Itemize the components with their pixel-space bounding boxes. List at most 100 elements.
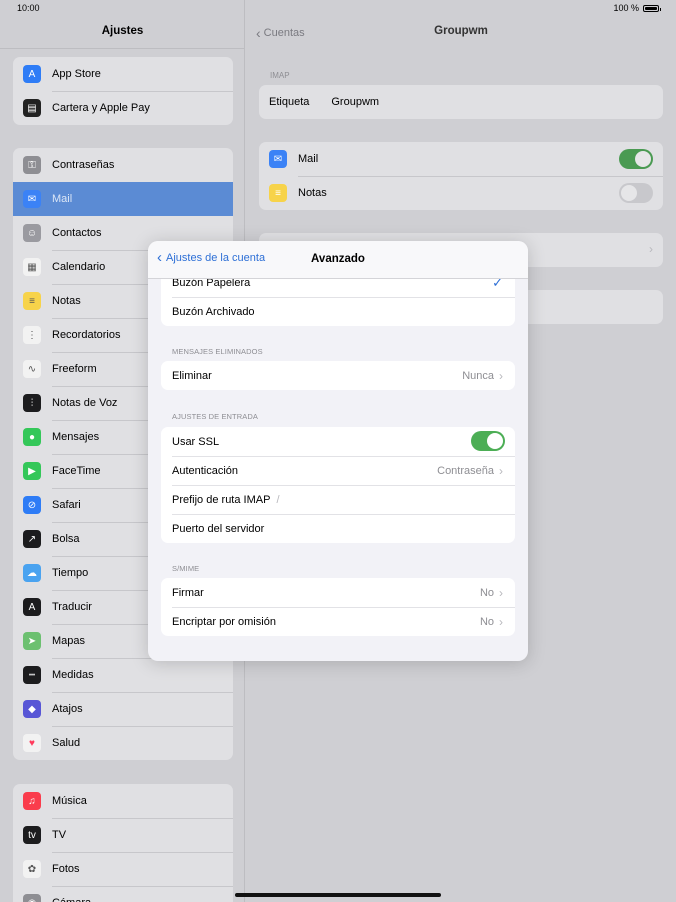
facetime-icon: ▶ xyxy=(23,462,41,480)
sidebar-item-wallet[interactable]: ▤ Cartera y Apple Pay xyxy=(13,91,233,125)
sidebar-item-label: FaceTime xyxy=(52,465,101,477)
sidebar-item-shortcuts[interactable]: ◆ Atajos xyxy=(13,692,233,726)
sidebar-item-label: Recordatorios xyxy=(52,329,121,341)
sidebar-item-label: App Store xyxy=(52,68,101,80)
maps-icon: ➤ xyxy=(23,632,41,650)
incoming-settings-group: Usar SSL Autenticación Contraseña › Prefi… xyxy=(161,427,515,543)
sign-row[interactable]: Firmar No › xyxy=(161,578,515,607)
sync-group: ✉ Mail ≡ Notas xyxy=(259,142,663,210)
sidebar-group-store: A App Store ▤ Cartera y Apple Pay xyxy=(13,57,233,125)
deleted-messages-group: Eliminar Nunca › xyxy=(161,361,515,390)
server-port-input[interactable] xyxy=(383,520,503,538)
key-icon: ⚿ xyxy=(23,156,41,174)
reminders-icon: ⋮ xyxy=(23,326,41,344)
authentication-label: Autenticación xyxy=(172,464,239,477)
sidebar-item-label: Contactos xyxy=(52,227,102,239)
imap-group: Etiqueta Groupwm xyxy=(259,85,663,119)
sign-label: Firmar xyxy=(172,586,204,599)
tv-icon: tv xyxy=(23,826,41,844)
calendar-icon: ▦ xyxy=(23,258,41,276)
imap-path-prefix-label: Prefijo de ruta IMAP xyxy=(172,493,271,506)
sidebar-item-label: Mail xyxy=(52,193,73,205)
sidebar-item-label: Tiempo xyxy=(52,567,89,579)
archive-mailbox-label: Buzón Archivado xyxy=(172,305,255,318)
sidebar-item-label: Música xyxy=(52,795,87,807)
music-icon: ♫ xyxy=(23,792,41,810)
sidebar-item-photos[interactable]: ✿ Fotos xyxy=(13,852,233,886)
notes-sync-toggle[interactable] xyxy=(619,183,653,203)
use-ssl-toggle[interactable] xyxy=(471,431,505,451)
status-bar: 10:00 100 % xyxy=(0,0,676,16)
home-indicator[interactable] xyxy=(235,893,441,897)
health-icon: ♥ xyxy=(23,734,41,752)
photos-icon: ✿ xyxy=(23,860,41,878)
account-label-row[interactable]: Etiqueta Groupwm xyxy=(259,85,663,119)
modal-nav-bar: ‹ Ajustes de la cuenta Avanzado xyxy=(148,241,528,279)
chevron-right-icon: › xyxy=(499,585,503,600)
smime-group: Firmar No › Encriptar por omisión No › xyxy=(161,578,515,636)
battery-icon xyxy=(643,4,661,12)
imap-path-prefix-row: Prefijo de ruta IMAP / xyxy=(161,485,515,514)
sidebar-item-label: Safari xyxy=(52,499,81,511)
sidebar-item-label: Traducir xyxy=(52,601,92,613)
sidebar-group-media: ♫ Música tv TV ✿ Fotos ◉ Cámara xyxy=(13,784,233,902)
sidebar-item-label: Calendario xyxy=(52,261,106,273)
notes-sync-label: Notas xyxy=(298,187,327,199)
mail-sync-label: Mail xyxy=(298,153,319,165)
label-value: Groupwm xyxy=(331,96,380,108)
encrypt-default-row[interactable]: Encriptar por omisión No › xyxy=(161,607,515,636)
archive-mailbox-row[interactable]: Buzón Archivado xyxy=(161,297,515,326)
voice-memos-icon: ⫶ xyxy=(23,394,41,412)
sidebar-item-mail[interactable]: ✉ Mail xyxy=(13,182,233,216)
chevron-right-icon: › xyxy=(499,368,503,383)
imap-header: IMAP xyxy=(270,71,290,80)
camera-icon: ◉ xyxy=(23,894,41,902)
sidebar-item-health[interactable]: ♥ Salud xyxy=(13,726,233,760)
remove-label: Eliminar xyxy=(172,369,212,382)
imap-path-prefix-input[interactable]: / xyxy=(276,494,279,506)
server-port-row: Puerto del servidor xyxy=(161,514,515,543)
notes-icon: ≡ xyxy=(269,184,287,202)
weather-icon: ☁ xyxy=(23,564,41,582)
sidebar-item-label: Contraseñas xyxy=(52,159,115,171)
wallet-icon: ▤ xyxy=(23,99,41,117)
sidebar-item-key[interactable]: ⚿ Contraseñas xyxy=(13,148,233,182)
sidebar-item-label: Atajos xyxy=(52,703,83,715)
incoming-settings-header: AJUSTES DE ENTRADA xyxy=(172,412,258,421)
remove-row[interactable]: Eliminar Nunca › xyxy=(161,361,515,390)
sidebar-item-label: Notas de Voz xyxy=(52,397,118,409)
messages-icon: ● xyxy=(23,428,41,446)
sidebar-item-label: Salud xyxy=(52,737,81,749)
sidebar-item-tv[interactable]: tv TV xyxy=(13,818,233,852)
sidebar-item-label: Mensajes xyxy=(52,431,100,443)
deleted-messages-header: MENSAJES ELIMINADOS xyxy=(172,347,263,356)
sidebar-item-app-store[interactable]: A App Store xyxy=(13,57,233,91)
sidebar-divider xyxy=(0,48,245,49)
mail-icon: ✉ xyxy=(269,150,287,168)
use-ssl-label: Usar SSL xyxy=(172,435,220,448)
authentication-row[interactable]: Autenticación Contraseña › xyxy=(161,456,515,485)
sidebar-item-camera[interactable]: ◉ Cámara xyxy=(13,886,233,902)
server-port-label: Puerto del servidor xyxy=(172,522,265,535)
contacts-icon: ☺ xyxy=(23,224,41,242)
use-ssl-row: Usar SSL xyxy=(161,427,515,456)
notes-icon: ≡ xyxy=(23,292,41,310)
safari-icon: ⊘ xyxy=(23,496,41,514)
battery-indicator: 100 % xyxy=(613,3,661,13)
mail-sync-toggle[interactable] xyxy=(619,149,653,169)
remove-value: Nunca xyxy=(462,369,494,382)
mail-sync-row: ✉ Mail xyxy=(259,142,663,176)
advanced-settings-modal: ‹ Ajustes de la cuenta Avanzado Buzón Pa… xyxy=(148,241,528,661)
mail-icon: ✉ xyxy=(23,190,41,208)
stocks-icon: ↗ xyxy=(23,530,41,548)
sidebar-item-label: Fotos xyxy=(52,863,80,875)
sidebar-item-measure[interactable]: ┅ Medidas xyxy=(13,658,233,692)
sidebar-title: Ajustes xyxy=(101,25,144,37)
chevron-right-icon: › xyxy=(499,614,503,629)
sidebar-item-label: Cartera y Apple Pay xyxy=(52,102,150,114)
encrypt-default-label: Encriptar por omisión xyxy=(172,615,276,628)
sidebar-item-label: Medidas xyxy=(52,669,94,681)
shortcuts-icon: ◆ xyxy=(23,700,41,718)
smime-header: S/MIME xyxy=(172,564,200,573)
sidebar-item-music[interactable]: ♫ Música xyxy=(13,784,233,818)
